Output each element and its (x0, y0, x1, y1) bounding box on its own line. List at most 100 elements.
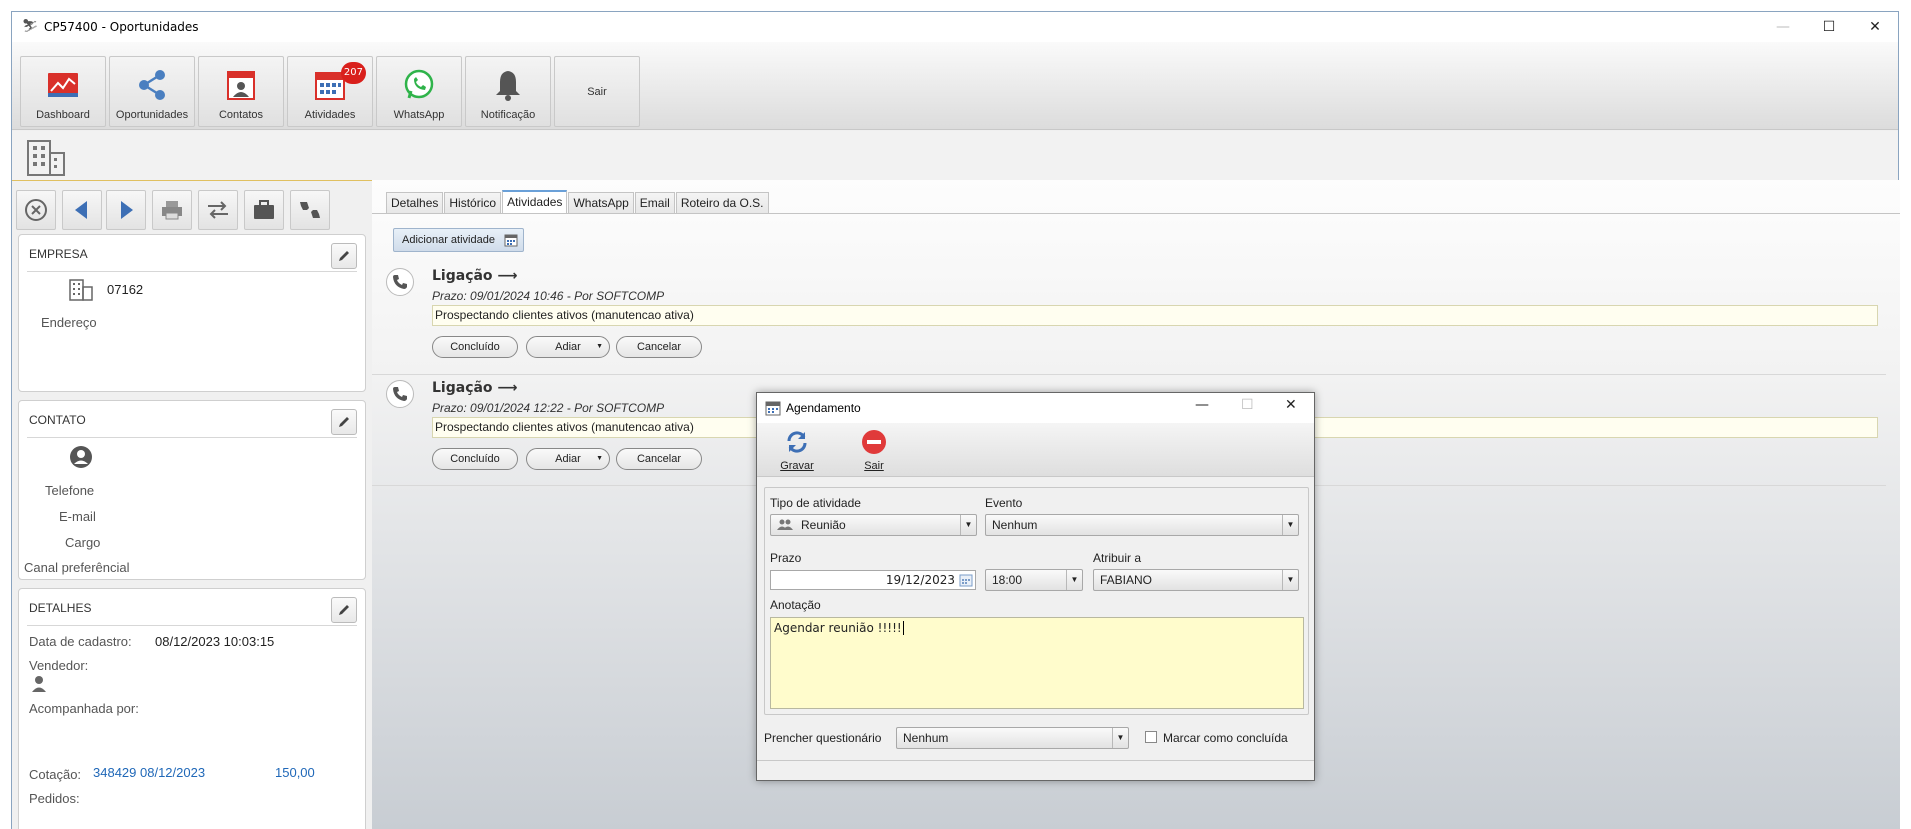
note-textarea[interactable]: Agendar reunião !!!!! (770, 617, 1304, 709)
deadline-time-value: 18:00 (992, 573, 1023, 587)
tab-history[interactable]: Histórico (444, 192, 502, 214)
done-button[interactable]: Concluído (432, 336, 518, 358)
tab-divider (372, 213, 1900, 214)
briefcase-button[interactable] (244, 190, 284, 230)
activities-label: Atividades (304, 109, 356, 121)
swap-arrows-icon (208, 201, 228, 219)
phone-label: Telefone (45, 483, 95, 498)
phone-icon (386, 380, 414, 408)
quote-value[interactable]: 150,00 (275, 765, 315, 780)
postpone-label: Adiar (555, 453, 581, 465)
tab-details[interactable]: Detalhes (386, 192, 444, 214)
person-icon (32, 676, 46, 692)
edit-details-button[interactable] (331, 597, 357, 623)
dialog-minimize-button[interactable]: — (1195, 397, 1209, 413)
followed-by-label: Acompanhada por: (29, 701, 139, 716)
deadline-date-value: 19/12/2023 (885, 573, 955, 587)
email-label: E-mail (59, 509, 96, 524)
postpone-button[interactable]: Adiar ▼ (526, 448, 610, 470)
activity-divider (372, 374, 1886, 375)
questionnaire-label: Prencher questionário (764, 731, 882, 745)
next-button[interactable] (106, 190, 146, 230)
questionnaire-value: Nenhum (903, 731, 949, 745)
quote-link[interactable]: 348429 08/12/2023 (93, 765, 205, 780)
transfer-button[interactable] (198, 190, 238, 230)
chevron-down-icon: ▼ (1282, 570, 1298, 590)
dialog-maximize-button: ☐ (1241, 397, 1254, 413)
opportunities-button[interactable]: Oportunidades (109, 56, 195, 127)
assign-value: FABIANO (1100, 573, 1153, 587)
register-date-label: Data de cadastro: (29, 634, 132, 649)
header-strip (12, 131, 1898, 181)
bell-icon (496, 71, 520, 101)
contacts-button[interactable]: Contatos (198, 56, 284, 127)
dashboard-label: Dashboard (36, 109, 90, 121)
whatsapp-icon (404, 69, 434, 99)
deadline-time-select[interactable]: 18:00 ▼ (985, 569, 1083, 591)
cancel-circle-button[interactable] (16, 190, 56, 230)
divider (27, 437, 357, 438)
activities-button[interactable]: 207 Atividades (287, 56, 373, 127)
app-icon: ⛷ (22, 19, 39, 34)
maximize-button[interactable]: ☐ (1806, 12, 1852, 42)
notification-button[interactable]: Notificação (465, 56, 551, 127)
deadline-label: Prazo (770, 551, 802, 565)
dropdown-caret-icon: ▼ (596, 343, 603, 350)
cancel-activity-button[interactable]: Cancelar (616, 336, 702, 358)
whatsapp-button[interactable]: WhatsApp (376, 56, 462, 127)
postpone-button[interactable]: Adiar ▼ (526, 336, 610, 358)
building-icon (69, 279, 93, 301)
contact-panel-title: CONTATO (29, 413, 86, 427)
exit-button[interactable]: Sair (554, 56, 640, 127)
title-bar: ⛷ CP57400 - Oportunidades — ☐ ✕ (12, 12, 1898, 42)
share-icon (139, 70, 165, 100)
pencil-icon (339, 417, 349, 427)
previous-button[interactable] (62, 190, 102, 230)
activities-badge: 207 (340, 62, 366, 84)
print-button[interactable] (152, 190, 192, 230)
done-button[interactable]: Concluído (432, 448, 518, 470)
whatsapp-label: WhatsApp (393, 109, 445, 121)
mark-done-checkbox[interactable] (1145, 731, 1157, 743)
dashboard-button[interactable]: Dashboard (20, 56, 106, 127)
tab-activities[interactable]: Atividades (502, 190, 568, 214)
orders-label: Pedidos: (29, 791, 80, 806)
exit-dialog-button[interactable]: Sair (849, 429, 899, 473)
dialog-toolbar: Gravar Sair (757, 423, 1314, 477)
tab-email[interactable]: Email (634, 192, 675, 214)
activity-note: Prospectando clientes ativos (manutencao… (432, 305, 1878, 326)
deadline-date-field[interactable]: 19/12/2023 (770, 570, 976, 590)
activity-type-select[interactable]: Reunião ▼ (770, 514, 977, 536)
minimize-button[interactable]: — (1760, 12, 1806, 42)
dialog-form: Tipo de atividade Reunião ▼ Evento Nenhu… (764, 487, 1309, 715)
calendar-picker-icon[interactable] (959, 573, 973, 587)
arrow-left-icon (75, 201, 87, 219)
cancel-activity-button[interactable]: Cancelar (616, 448, 702, 470)
edit-company-button[interactable] (331, 243, 357, 269)
company-panel: EMPRESA 07162 Endereço (18, 234, 366, 392)
contact-panel: CONTATO Telefone E-mail Cargo Canal pref… (18, 400, 366, 580)
activity-type-value: Reunião (801, 518, 846, 532)
chevron-down-icon: ▼ (1066, 570, 1082, 590)
add-activity-button[interactable]: Adicionar atividade (393, 228, 524, 252)
save-button[interactable]: Gravar (772, 429, 822, 473)
tab-bar: Detalhes Histórico Atividades WhatsApp E… (386, 190, 770, 214)
exit-dialog-label: Sair (864, 460, 884, 472)
assign-select[interactable]: FABIANO ▼ (1093, 569, 1299, 591)
close-button[interactable]: ✕ (1852, 12, 1898, 42)
questionnaire-select[interactable]: Nenhum ▼ (896, 727, 1129, 749)
details-panel: DETALHES Data de cadastro: 08/12/2023 10… (18, 588, 366, 829)
chevron-down-icon: ▼ (960, 515, 976, 535)
edit-contact-button[interactable] (331, 409, 357, 435)
tab-whatsapp[interactable]: WhatsApp (568, 192, 634, 214)
chevron-down-icon: ▼ (1112, 728, 1128, 748)
tab-route[interactable]: Roteiro da O.S. (675, 192, 769, 214)
add-activity-label: Adicionar atividade (402, 234, 495, 246)
contacts-label: Contatos (218, 109, 264, 121)
event-label: Evento (985, 496, 1023, 510)
quote-label: Cotação: (29, 767, 82, 782)
pencil-icon (339, 251, 349, 261)
event-select[interactable]: Nenhum ▼ (985, 514, 1299, 536)
thumbs-button[interactable] (290, 190, 330, 230)
dialog-close-button[interactable]: ✕ (1285, 397, 1297, 413)
